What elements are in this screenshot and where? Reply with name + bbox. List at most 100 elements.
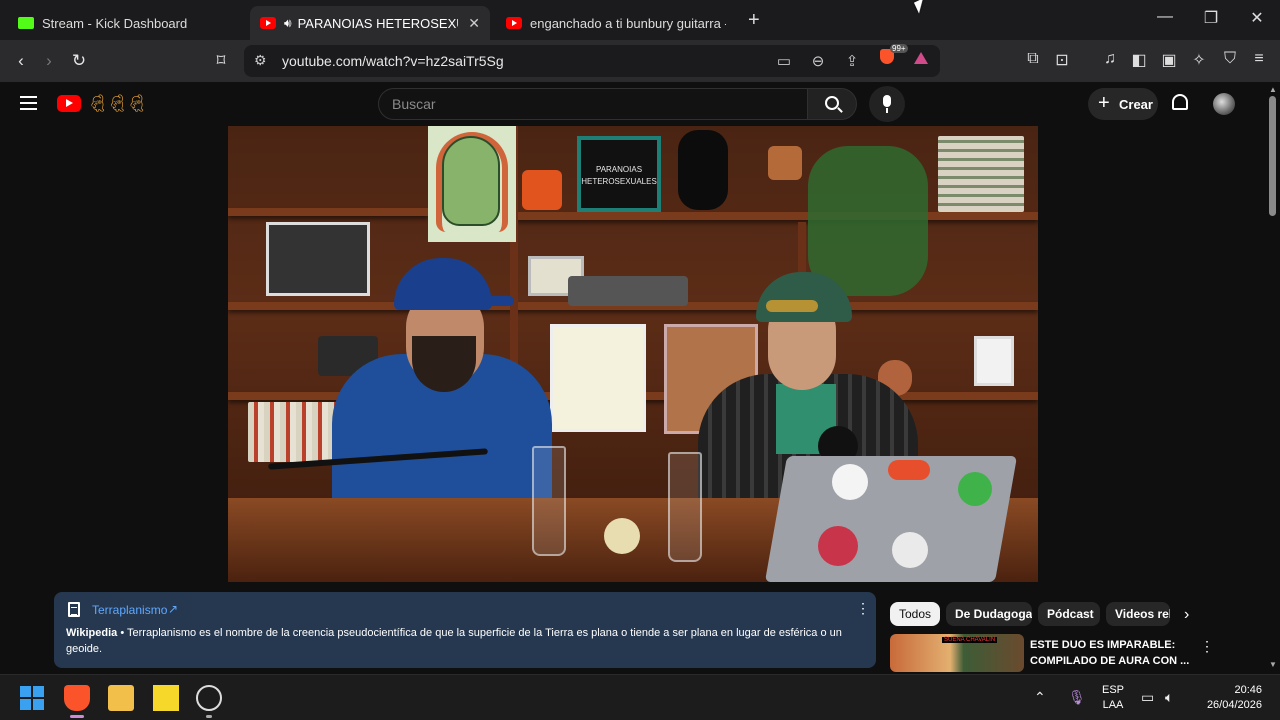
comic-poster [550,324,646,432]
clock-date: 26/04/2026 [1206,699,1262,711]
page-scrollbar[interactable]: ▲ ▼ [1266,82,1280,674]
file-explorer-icon[interactable] [108,685,134,711]
new-tab-button[interactable]: + [748,9,760,32]
browser-tab-strip: Stream - Kick Dashboard 🔊︎ PARANOIAS HET… [0,0,1280,40]
microphone-icon [883,95,891,107]
volume-icon[interactable]: 🔈︎ [1165,689,1173,706]
poster-face [442,136,500,226]
photo-frame [266,222,370,296]
browser-toolbar: ‹ › ↻ ⌑ ⚙ youtube.com/watch?v=hz2saiTr5S… [0,40,1280,82]
system-clock[interactable]: 20:46 26/04/2026 [1192,683,1262,713]
youtube-icon [260,17,276,29]
youtube-logo[interactable] [57,95,81,112]
external-link-icon[interactable]: ↗ [168,602,178,616]
vpn-icon[interactable]: ⛉ [1219,50,1241,68]
scroll-up-icon[interactable]: ▲ [1269,85,1277,94]
search-icon [825,96,839,110]
tab-title: Stream - Kick Dashboard [42,15,188,31]
music-icon[interactable]: ♫ [1099,50,1121,68]
brave-browser-icon[interactable] [64,685,90,711]
create-button[interactable]: + Crear [1088,88,1158,120]
chip-all[interactable]: Todos [890,602,940,626]
windows-start-icon[interactable] [20,686,44,710]
avatar[interactable] [1213,93,1235,115]
laptop-sticker-red [818,526,858,566]
search-button[interactable] [807,88,857,120]
related-more-icon[interactable]: ⋮ [1200,638,1214,655]
small-frame [974,336,1014,386]
tab-title: enganchado a ti bunbury guitarra - Y [530,15,726,31]
leo-ai-icon[interactable]: ✧ [1188,50,1210,70]
topic-link[interactable]: Terraplanismo [92,603,167,617]
sidebar-icon[interactable]: ◧ [1128,50,1150,70]
language-indicator[interactable]: ESP LAA [1100,683,1126,713]
obs-icon[interactable] [196,685,222,711]
back-icon[interactable]: ‹ [10,50,32,72]
notifications-icon[interactable] [1172,94,1188,110]
active-app-indicator [70,715,84,718]
close-tab-icon[interactable]: ✕ [468,15,480,32]
beer-glass [532,446,566,556]
related-video-title[interactable]: ESTE DUO ES IMPARABLE: COMPILADO DE AURA… [1030,637,1190,669]
tab-kick-dashboard[interactable]: Stream - Kick Dashboard [8,6,248,40]
clock-time: 20:46 [1234,684,1262,696]
forward-icon[interactable]: › [38,50,60,72]
host-right-glasses [766,300,818,312]
chevron-right-icon[interactable]: › [1184,606,1189,624]
beer-glass [668,452,702,562]
address-bar[interactable]: ⚙ youtube.com/watch?v=hz2saiTr5Sg ▭ ⊖ ⇪ [244,45,940,77]
share-icon[interactable]: ⇪ [842,52,862,70]
chip-related-videos[interactable]: Videos rela [1106,602,1170,626]
youtube-header: 🕺︎💃︎🕺︎ Buscar + Crear [0,82,1266,126]
hamburger-menu-icon[interactable] [20,96,37,110]
plus-icon: + [1098,92,1110,114]
running-app-indicator [206,715,212,718]
more-options-icon[interactable]: ⋮ [856,600,870,617]
speaker-icon[interactable]: 🔊︎ [284,16,292,31]
maximize-icon[interactable]: ❐ [1196,8,1226,28]
taskbar: ⌃ 🎙︎ ESP LAA ▭ 🔈︎ 20:46 26/04/2026 [0,674,1280,720]
chip-podcast[interactable]: Pódcast [1038,602,1100,626]
plant-pot [768,146,802,180]
search-input[interactable]: Buscar [378,88,808,120]
tab-title: PARANOIAS HETEROSEXUALES [297,15,459,31]
chevron-up-icon[interactable]: ⌃ [1034,689,1046,706]
site-info-icon[interactable]: ⚙ [254,52,267,69]
cast-icon[interactable]: ▭ [774,52,794,70]
scroll-down-icon[interactable]: ▼ [1269,660,1277,669]
screenshot-icon[interactable]: ⊡ [1051,50,1073,70]
laptop-sticker-ocio [888,460,930,480]
shelf [516,212,1038,220]
tab-youtube-active[interactable]: 🔊︎ PARANOIAS HETEROSEXUALES ✕ [250,6,490,40]
url-text[interactable]: youtube.com/watch?v=hz2saiTr5Sg [282,53,504,69]
info-text: Wikipedia • Terraplanismo es el nombre d… [66,625,866,657]
microphone-tray-icon[interactable]: 🎙︎ [1068,689,1086,706]
doodle-logo[interactable]: 🕺︎💃︎🕺︎ [87,94,148,114]
language-code: ESP [1101,684,1124,696]
brave-rewards-icon[interactable] [914,52,928,64]
menu-icon[interactable]: ≡ [1248,50,1270,68]
sticky-notes-icon[interactable] [153,685,179,711]
chip-de-dudagoga[interactable]: De Dudagoga [946,602,1032,626]
related-video-thumbnail[interactable]: SUENA CHAVALIN [890,634,1024,672]
voice-search-button[interactable] [869,86,905,122]
close-window-icon[interactable]: ✕ [1242,8,1272,28]
reload-icon[interactable]: ↻ [68,50,90,72]
shelf [228,208,428,216]
create-label: Crear [1119,97,1153,112]
orange-pot [522,170,562,210]
bookmark-icon[interactable]: ⌑ [210,50,232,72]
keyboard-layout: LAA [1102,699,1124,711]
video-player[interactable]: PARANOIAS HETEROSEXUALES [228,126,1038,582]
scrollbar-thumb[interactable] [1269,96,1276,216]
shield-count-badge: 99+ [890,44,908,53]
book-stack [938,136,1024,212]
tab-youtube-bunbury[interactable]: enganchado a ti bunbury guitarra - Y [496,6,736,40]
youtube-icon [506,17,522,29]
wallet-icon[interactable]: ▣ [1158,50,1180,70]
zoom-icon[interactable]: ⊖ [808,52,828,70]
minimize-icon[interactable]: — [1150,8,1180,26]
network-icon[interactable]: ▭ [1141,689,1154,706]
info-description: Terraplanismo es el nombre de la creenci… [66,627,842,655]
extensions-icon[interactable]: ⧉ [1022,50,1044,68]
